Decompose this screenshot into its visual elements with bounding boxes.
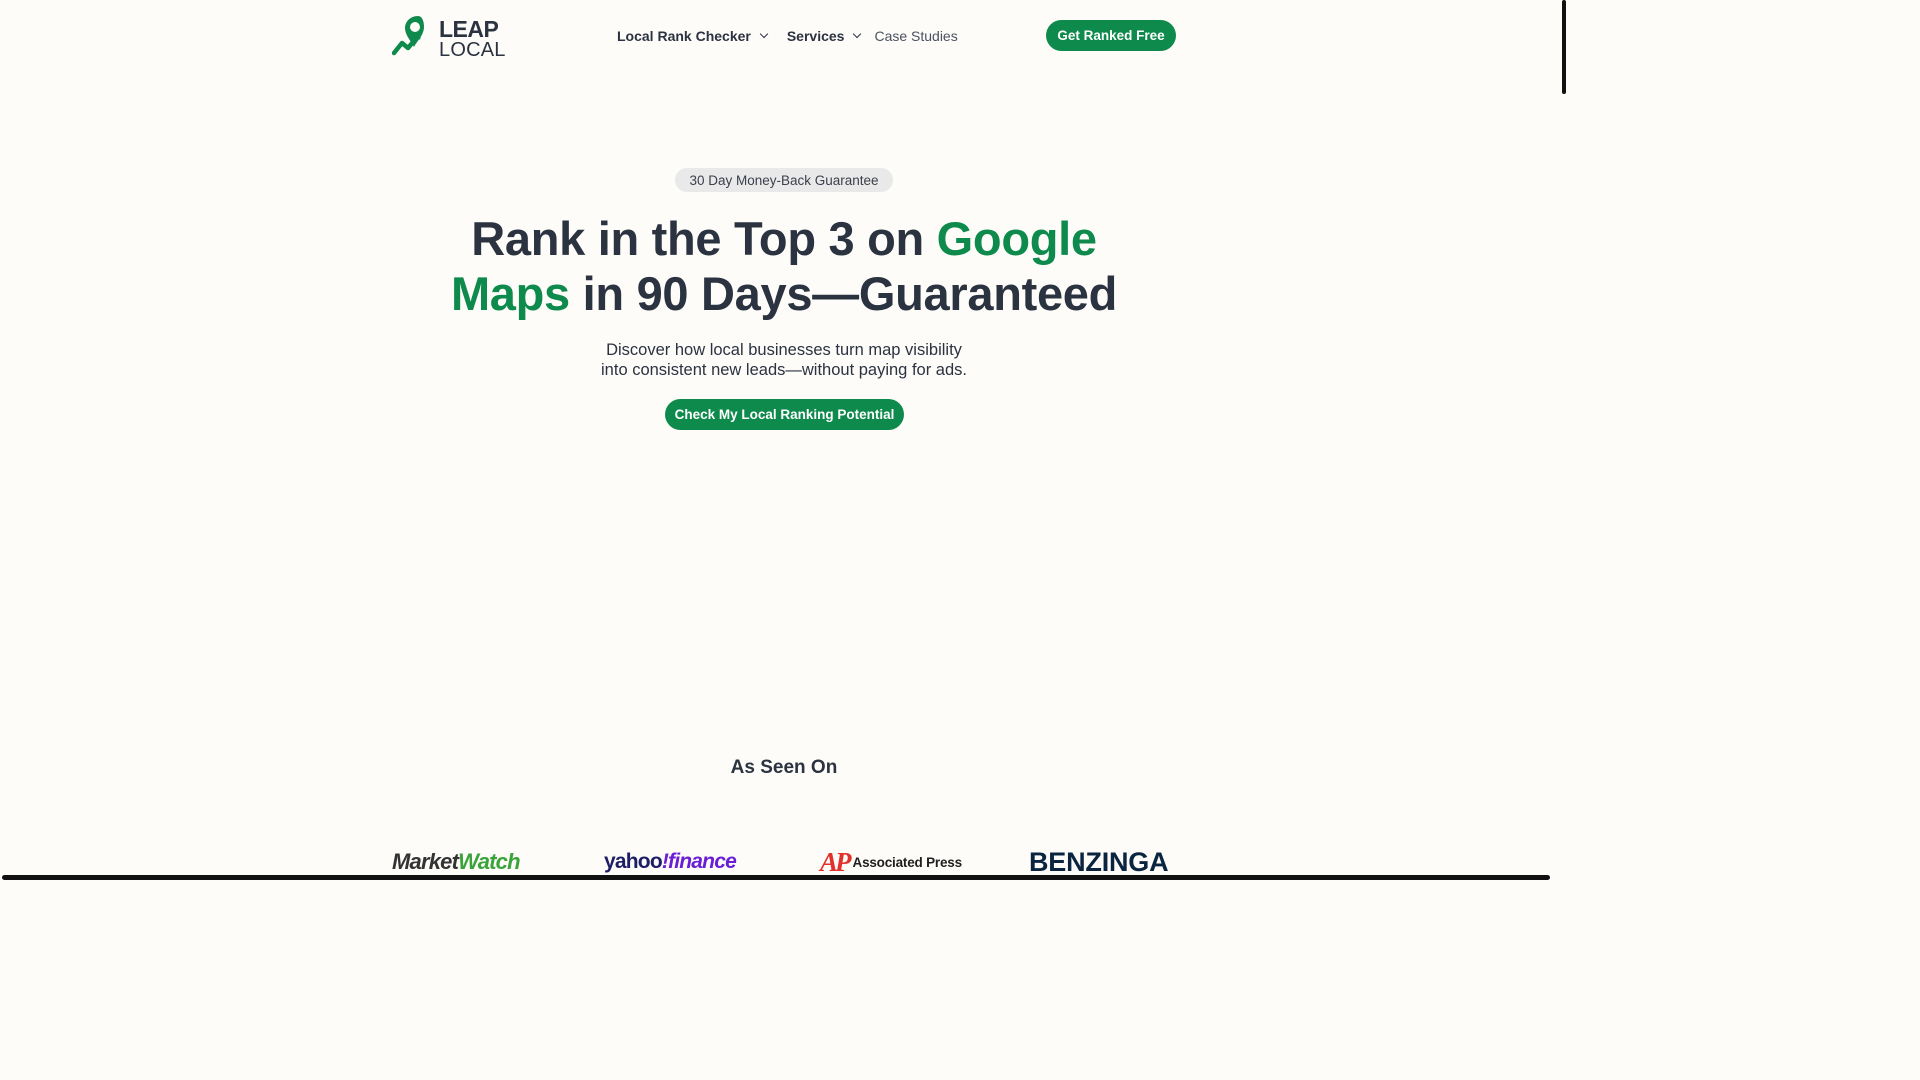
main-nav: Local Rank Checker Services Case Studies <box>617 26 958 46</box>
subtitle-line1: Discover how local businesses turn map v… <box>606 341 962 359</box>
nav-case-studies-label: Case Studies <box>874 28 958 44</box>
leap-local-logo-icon <box>392 16 424 56</box>
yahoo-logo-part1: yahoo <box>604 850 663 873</box>
logo-line1: LEAP <box>439 16 499 42</box>
ap-text: Associated Press <box>852 854 963 870</box>
check-ranking-potential-button[interactable]: Check My Local Ranking Potential <box>665 399 904 430</box>
nav-local-rank-checker[interactable]: Local Rank Checker <box>617 28 769 44</box>
associated-press-logo: AP Associated Press <box>820 845 962 879</box>
subtitle-line2: into consistent new leads—without paying… <box>601 361 967 379</box>
logo-line2: LOCAL <box>439 38 506 61</box>
ap-mark: AP <box>820 846 851 877</box>
nav-local-rank-checker-label: Local Rank Checker <box>617 28 751 44</box>
marketwatch-logo-part2: Watch <box>458 849 520 874</box>
vertical-scrollbar[interactable] <box>1562 0 1566 94</box>
yahoo-finance-logo: yahoo !finance <box>604 845 737 879</box>
page-container: LEAP LOCAL Local Rank Checker Services C… <box>392 0 1176 884</box>
nav-services[interactable]: Services <box>786 28 862 44</box>
as-seen-on-title: As Seen On <box>730 757 838 778</box>
hero-headline: Rank in the Top 3 on Google Maps in 90 D… <box>392 211 1176 321</box>
marketwatch-logo-part1: Market <box>392 849 459 874</box>
money-back-badge: 30 Day Money-Back Guarantee <box>675 168 893 192</box>
nav-case-studies[interactable]: Case Studies <box>874 28 957 44</box>
chevron-down-icon <box>759 29 769 39</box>
press-logos: Market Watch yahoo !finance AP Associated … <box>392 845 1176 879</box>
logo-wordmark: LEAP LOCAL <box>439 16 506 61</box>
benzinga-logo: BENZINGA <box>1029 846 1169 877</box>
get-ranked-free-button[interactable]: Get Ranked Free <box>1046 20 1176 51</box>
headline-green-google: Google <box>936 212 1097 265</box>
headline-part1: Rank in the Top 3 on <box>471 212 937 265</box>
marketwatch-logo: Market Watch <box>392 845 521 879</box>
chevron-down-icon <box>853 29 862 39</box>
horizontal-scrollbar[interactable] <box>2 875 1550 880</box>
headline-green-maps: Maps <box>450 267 570 320</box>
nav-services-label: Services <box>786 28 845 44</box>
leap-local-logo[interactable]: LEAP LOCAL <box>392 12 512 61</box>
yahoo-logo-part2: !finance <box>661 850 737 873</box>
headline-part2: in 90 Days—Guaranteed <box>569 267 1118 320</box>
hero-subtitle: Discover how local businesses turn map v… <box>542 340 1026 380</box>
